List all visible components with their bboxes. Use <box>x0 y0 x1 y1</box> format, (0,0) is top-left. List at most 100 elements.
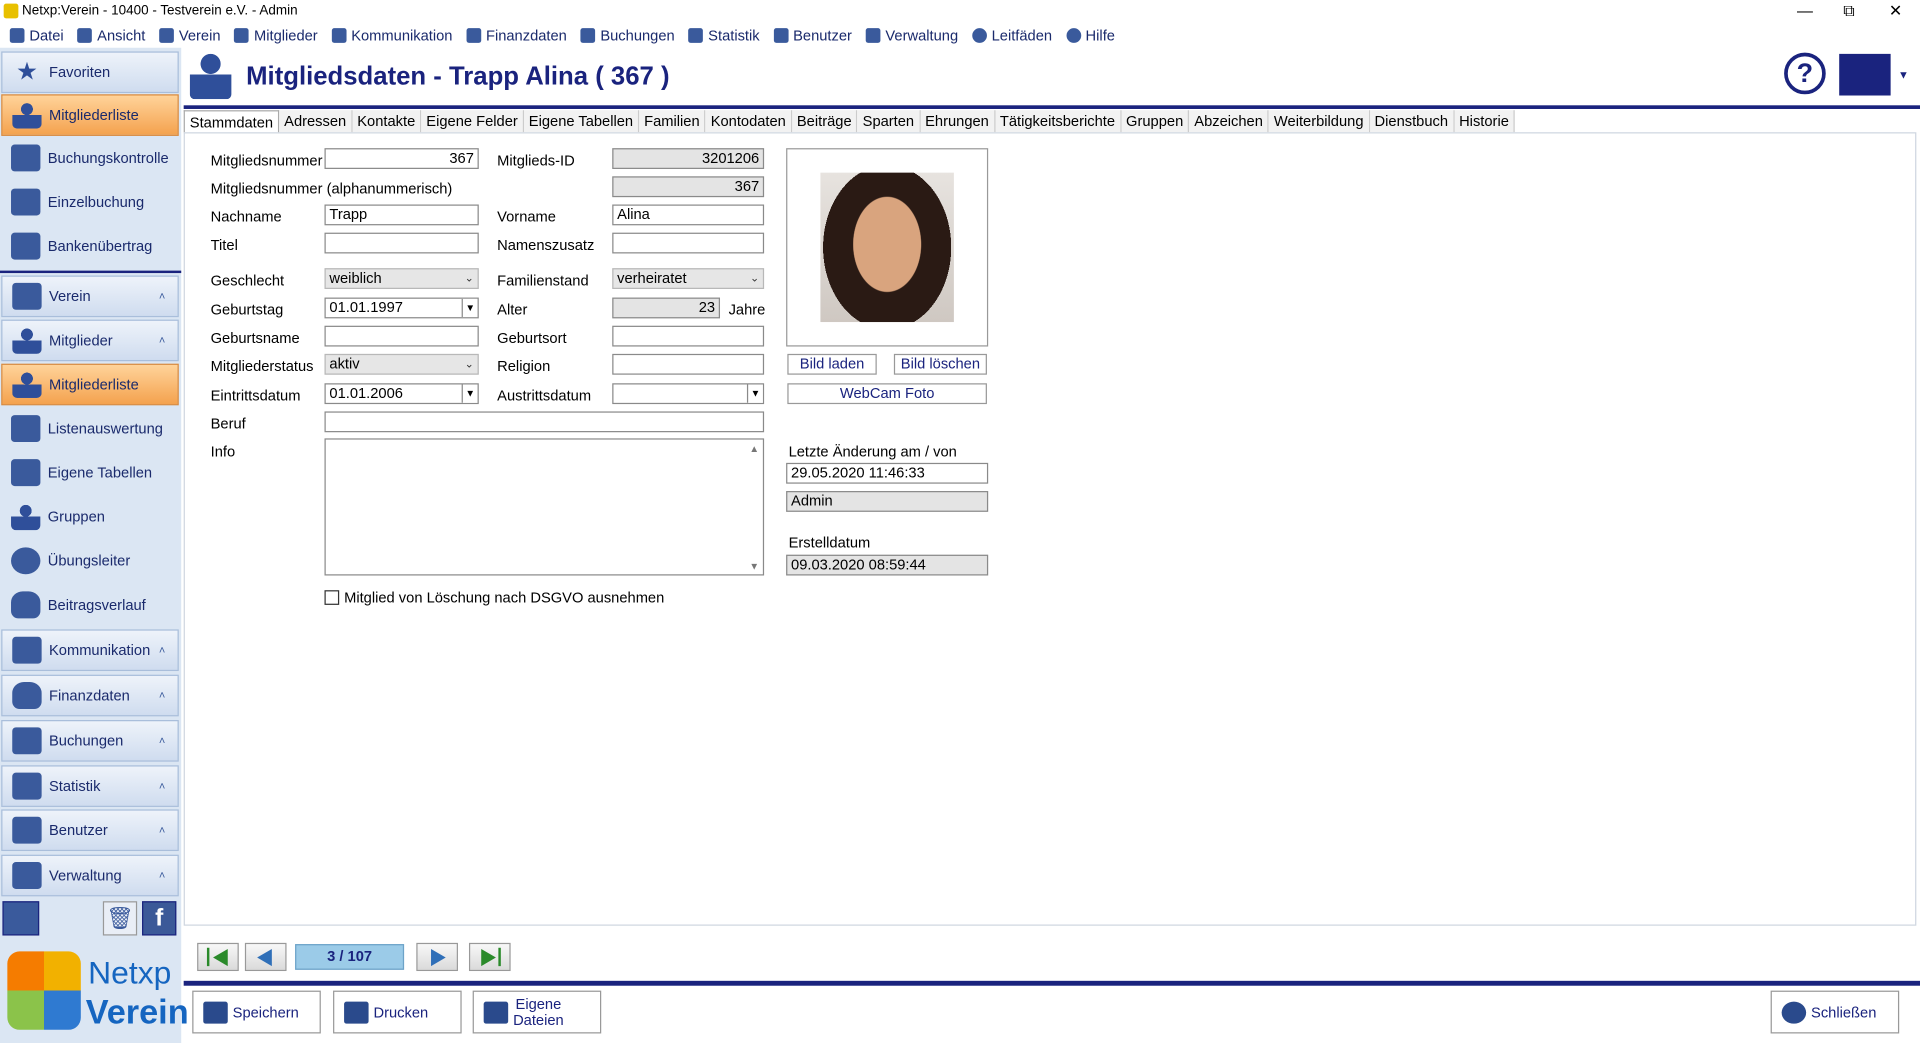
geburtsort-field[interactable] <box>612 325 765 347</box>
titel-field[interactable] <box>324 232 479 254</box>
dropdown-arrow-icon[interactable]: ▼ <box>746 384 763 403</box>
geschlecht-select[interactable]: weiblich ⌄ <box>324 268 479 289</box>
geburtsname-field[interactable] <box>324 325 479 347</box>
sidebar-fav-mitgliederliste[interactable]: Mitgliederliste <box>1 94 179 136</box>
drucken-button[interactable]: Drucken <box>333 990 462 1034</box>
menu-label: Hilfe <box>1085 26 1115 45</box>
footer-divider <box>183 980 1920 986</box>
sidebar-section-benutzer[interactable]: Benutzer ˄ <box>1 809 179 852</box>
tab-gruppen[interactable]: Gruppen <box>1121 110 1190 133</box>
sidebar-item-eigene-tabellen[interactable]: Eigene Tabellen <box>1 452 180 494</box>
desktop-icon[interactable] <box>2 901 40 936</box>
previous-record-button[interactable] <box>244 942 287 972</box>
religion-field[interactable] <box>612 353 765 375</box>
trash-icon[interactable]: 🗑 <box>102 901 138 936</box>
schliessen-button[interactable]: Schließen <box>1770 990 1900 1034</box>
first-icon <box>213 948 228 967</box>
chevron-down-icon[interactable]: ▼ <box>1898 69 1909 81</box>
field-label: Geburtsort <box>497 329 567 347</box>
close-window-button[interactable]: ✕ <box>1873 0 1917 23</box>
button-label: Schließen <box>1811 1003 1877 1021</box>
bild-laden-button[interactable]: Bild laden <box>787 353 877 375</box>
field-label: Letzte Änderung am / von <box>788 443 957 461</box>
first-record-button[interactable] <box>197 942 239 972</box>
tab-kontodaten[interactable]: Kontodaten <box>705 110 792 133</box>
menu-buchungen[interactable]: Buchungen <box>580 23 675 47</box>
dsgvo-checkbox[interactable] <box>324 590 340 605</box>
video-tutorial-icon[interactable] <box>1839 53 1891 96</box>
menu-statistik[interactable]: Statistik <box>688 23 760 47</box>
dropdown-arrow-icon[interactable]: ▼ <box>461 384 478 403</box>
sidebar-item-gruppen[interactable]: Gruppen <box>1 496 180 538</box>
sidebar-section-kommunikation[interactable]: Kommunikation ˄ <box>1 629 179 672</box>
help-icon[interactable]: ? <box>1784 52 1826 95</box>
beruf-field[interactable] <box>324 411 765 433</box>
sidebar-buchungskontrolle[interactable]: Buchungskontrolle <box>1 137 180 179</box>
tab-sparten[interactable]: Sparten <box>857 110 921 133</box>
tab-weiterbildung[interactable]: Weiterbildung <box>1269 110 1370 133</box>
sidebar-section-verwaltung[interactable]: Verwaltung ˄ <box>1 854 179 897</box>
sidebar-label: Mitgliederliste <box>48 106 139 124</box>
menu-mitglieder[interactable]: Mitglieder <box>234 23 318 47</box>
webcam-foto-button[interactable]: WebCam Foto <box>787 383 987 405</box>
menu-label: Buchungen <box>600 26 675 45</box>
menu-ansicht[interactable]: Ansicht <box>77 23 145 47</box>
bild-loeschen-button[interactable]: Bild löschen <box>893 353 987 375</box>
tab-ehrungen[interactable]: Ehrungen <box>920 110 995 133</box>
tab-eigene-tabellen[interactable]: Eigene Tabellen <box>523 110 640 133</box>
menu-leitfaeden[interactable]: Leitfäden <box>972 23 1052 47</box>
last-record-button[interactable] <box>468 942 511 972</box>
menu-verwaltung[interactable]: Verwaltung <box>865 23 958 47</box>
dropdown-arrow-icon[interactable]: ▼ <box>461 298 478 318</box>
nachname-field[interactable]: Trapp <box>324 204 479 226</box>
minimize-button[interactable]: — <box>1783 0 1827 23</box>
restore-button[interactable]: ⧉ <box>1827 0 1871 23</box>
namenszusatz-field[interactable] <box>612 232 765 254</box>
mitgliedsnummer-field[interactable]: 367 <box>324 148 479 169</box>
eigene-dateien-button[interactable]: Eigene Dateien <box>472 990 602 1034</box>
menu-datei[interactable]: Datei <box>9 23 64 47</box>
menu-finanzdaten[interactable]: Finanzdaten <box>466 23 567 47</box>
info-textarea[interactable] <box>324 438 765 576</box>
sidebar-item-listenauswertung[interactable]: Listenauswertung <box>1 408 180 450</box>
tab-adressen[interactable]: Adressen <box>279 110 353 133</box>
geburtstag-date[interactable]: 01.01.1997 ▼ <box>324 297 479 319</box>
mitgliederstatus-select[interactable]: aktiv ⌄ <box>324 353 479 375</box>
scroll-down-icon[interactable]: ▼ <box>749 561 759 572</box>
bar-icon <box>206 947 210 967</box>
tab-familien[interactable]: Familien <box>639 110 706 133</box>
menu-benutzer[interactable]: Benutzer <box>773 23 852 47</box>
sidebar-section-statistik[interactable]: Statistik ˄ <box>1 765 179 807</box>
austrittsdatum-date[interactable]: ▼ <box>612 383 765 405</box>
tab-beitraege[interactable]: Beiträge <box>791 110 858 133</box>
menu-kommunikation[interactable]: Kommunikation <box>331 23 452 47</box>
sidebar-favoriten[interactable]: ★ Favoriten <box>1 51 179 94</box>
facebook-icon[interactable]: f <box>142 901 177 936</box>
tab-dienstbuch[interactable]: Dienstbuch <box>1369 110 1455 133</box>
header-divider <box>183 105 1920 109</box>
menu-verein[interactable]: Verein <box>159 23 221 47</box>
tab-abzeichen[interactable]: Abzeichen <box>1189 110 1270 133</box>
vorname-field[interactable]: Alina <box>612 204 765 226</box>
sidebar-item-mitgliederliste[interactable]: Mitgliederliste <box>1 363 179 406</box>
next-record-button[interactable] <box>416 942 458 972</box>
field-label: Austrittsdatum <box>497 386 592 405</box>
tab-taetigkeitsberichte[interactable]: Tätigkeitsberichte <box>994 110 1122 133</box>
sidebar-section-buchungen[interactable]: Buchungen ˄ <box>1 720 179 762</box>
speichern-button[interactable]: Speichern <box>192 990 321 1034</box>
tab-eigene-felder[interactable]: Eigene Felder <box>421 110 524 133</box>
scroll-up-icon[interactable]: ▲ <box>749 443 759 454</box>
tab-kontakte[interactable]: Kontakte <box>352 110 422 133</box>
menu-hilfe[interactable]: Hilfe <box>1065 23 1115 47</box>
sidebar-section-finanzdaten[interactable]: Finanzdaten ˄ <box>1 674 179 717</box>
sidebar-item-beitragsverlauf[interactable]: Beitragsverlauf <box>1 584 180 626</box>
sidebar-item-uebungsleiter[interactable]: Übungsleiter <box>1 540 180 582</box>
familienstand-select[interactable]: verheiratet ⌄ <box>612 268 765 289</box>
sidebar-einzelbuchung[interactable]: Einzelbuchung <box>1 181 180 223</box>
eintrittsdatum-date[interactable]: 01.01.2006 ▼ <box>324 383 479 405</box>
sidebar-section-verein[interactable]: Verein ˄ <box>1 275 179 318</box>
tab-historie[interactable]: Historie <box>1454 110 1516 133</box>
sidebar-section-mitglieder[interactable]: Mitglieder ˄ <box>1 319 179 362</box>
sidebar-bankenuebertrag[interactable]: Bankenübertrag <box>1 225 180 267</box>
tab-stammdaten[interactable]: Stammdaten <box>183 110 280 134</box>
